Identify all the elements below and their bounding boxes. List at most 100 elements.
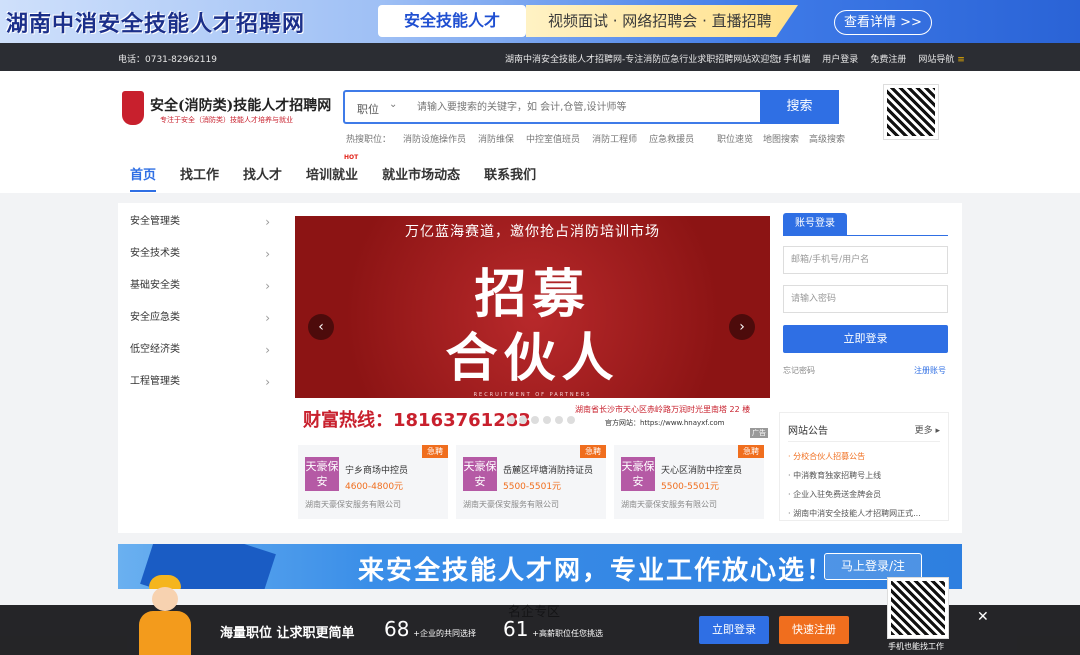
urgent-badge: 急聘 (422, 445, 448, 458)
job-card[interactable]: 天豪保安 急聘 岳麓区坪塘消防持证员 5500-5501元 湖南天豪保安服务有限… (456, 445, 606, 519)
notice-item-label: 湖南中消安全技能人才招聘网正式... (793, 509, 921, 518)
main-content-card: 安全管理类 › 安全技术类 › 基础安全类 › 安全应急类 › 低空经济类 › … (118, 203, 962, 533)
sidebar-item-safety-tech[interactable]: 安全技术类 › (130, 238, 270, 270)
advanced-search-link[interactable]: 高级搜索 (809, 132, 845, 145)
sidebar-item-safety-management[interactable]: 安全管理类 › (130, 206, 270, 238)
job-company[interactable]: 湖南天豪保安服务有限公司 (305, 499, 401, 510)
job-salary: 4600-4800元 (345, 482, 404, 492)
hot-term[interactable]: 中控室值班员 (526, 132, 580, 145)
carousel-dot[interactable] (531, 416, 539, 424)
wide-ad-banner[interactable]: 来安全技能人才网，专业工作放心选！ 马上登录/注 (118, 544, 962, 589)
caret-right-icon: ▸ (935, 426, 940, 436)
notice-item[interactable]: · 企业入驻免费送金牌会员 (788, 489, 940, 500)
nav-item-market-news[interactable]: 就业市场动态 (382, 164, 460, 183)
bottom-register-button[interactable]: 快速注册 (779, 616, 849, 644)
job-count-label: +高薪职位任您挑选 (532, 629, 603, 638)
job-count: 61 +高薪职位任您挑选 (503, 617, 603, 641)
notice-item[interactable]: · 湖南中消安全技能人才招聘网正式... (788, 508, 940, 519)
hot-term[interactable]: 消防维保 (478, 132, 514, 145)
job-card[interactable]: 天豪保安 急聘 天心区消防中控室员 5500-5501元 湖南天豪保安服务有限公… (614, 445, 764, 519)
search-category-select[interactable]: 职位 (357, 101, 379, 117)
carousel-dot[interactable] (507, 416, 515, 424)
carousel-prev-icon[interactable]: ‹ (308, 314, 334, 340)
search-input[interactable] (417, 97, 753, 117)
free-register-link[interactable]: 免费注册 (870, 52, 906, 65)
view-details-button[interactable]: 查看详情 >> (834, 10, 932, 35)
notice-item[interactable]: · 中消教育独家招聘号上线 (788, 470, 940, 481)
sidebar-item-emergency[interactable]: 安全应急类 › (130, 302, 270, 334)
top-links: ▯ 手机端 用户登录 免费注册 网站导航 ≡ (776, 52, 965, 65)
hot-search-label: 热搜职位： (346, 135, 392, 145)
hot-tag: HOT (344, 154, 359, 161)
hot-term[interactable]: 应急救援员 (649, 132, 694, 145)
banner-address: 湖南省长沙市天心区赤岭路万润时光里南塔 22 楼 (575, 405, 751, 414)
nav-item-training[interactable]: 培训就业 (306, 164, 358, 183)
carousel-banner[interactable]: 万亿蓝海赛道，邀你抢占消防培训市场 招募 合伙人 RECRUITMENT OF … (295, 216, 770, 438)
notice-title: 网站公告 (788, 426, 828, 437)
chevron-down-icon[interactable]: ⌄ (389, 99, 397, 110)
top-promo-banner[interactable]: 湖南中消安全技能人才招聘网 安全技能人才 视频面试 · 网络招聘会 · 直播招聘… (0, 0, 1080, 43)
hot-term[interactable]: 消防工程师 (592, 132, 637, 145)
site-notice-panel: 网站公告 更多 ▸ · 分校合伙人招募公告 · 中消教育独家招聘号上线 · 企业… (779, 412, 949, 521)
notice-item-label: 企业入驻免费送金牌会员 (793, 490, 882, 499)
job-title[interactable]: 岳麓区坪塘消防持证员 (503, 463, 593, 476)
sidebar-item-basic-safety[interactable]: 基础安全类 › (130, 270, 270, 302)
search-button[interactable]: 搜索 (760, 90, 839, 124)
nav-item-home[interactable]: 首页 (130, 164, 157, 192)
sidebar-item-label: 安全应急类 (130, 312, 180, 323)
mascot-illustration (125, 575, 215, 655)
tab-account-login[interactable]: 账号登录 (783, 213, 847, 235)
carousel-dot[interactable] (519, 416, 527, 424)
chevron-right-icon: › (265, 215, 270, 229)
account-field[interactable]: 邮箱/手机号/用户名 (783, 246, 948, 274)
carousel-next-icon[interactable]: › (729, 314, 755, 340)
banner-website: 官方网站：https://www.hnayxf.com (605, 419, 725, 427)
logo-emblem-icon[interactable] (122, 91, 144, 125)
site-nav-link[interactable]: 网站导航 ≡ (918, 52, 964, 65)
company-logo: 天豪保安 (463, 457, 497, 491)
company-logo: 天豪保安 (621, 457, 655, 491)
job-card[interactable]: 天豪保安 急聘 宁乡商场中控员 4600-4800元 湖南天豪保安服务有限公司 (298, 445, 448, 519)
job-title[interactable]: 宁乡商场中控员 (345, 463, 408, 476)
nav-item-find-talent[interactable]: 找人才 (243, 164, 282, 183)
login-now-button[interactable]: 马上登录/注 (824, 553, 922, 580)
company-count-number: 68 (384, 617, 410, 641)
nav-item-find-job[interactable]: 找工作 (180, 164, 219, 183)
sidebar-item-engineering[interactable]: 工程管理类 › (130, 366, 270, 398)
bottom-login-button[interactable]: 立即登录 (699, 616, 769, 644)
job-company[interactable]: 湖南天豪保安服务有限公司 (621, 499, 717, 510)
main-nav: 首页 找工作 找人才 培训就业 就业市场动态 联系我们 (130, 164, 536, 192)
sidebar-item-label: 安全技术类 (130, 248, 180, 259)
carousel-dot[interactable] (567, 416, 575, 424)
login-button[interactable]: 立即登录 (783, 325, 948, 353)
job-company[interactable]: 湖南天豪保安服务有限公司 (463, 499, 559, 510)
nav-item-contact[interactable]: 联系我们 (484, 164, 536, 183)
password-field[interactable]: 请输入密码 (783, 285, 948, 313)
urgent-badge: 急聘 (580, 445, 606, 458)
register-account-link[interactable]: 注册账号 (914, 365, 946, 376)
user-login-link[interactable]: 用户登录 (822, 52, 858, 65)
forgot-password-link[interactable]: 忘记密码 (783, 365, 815, 376)
carousel-dot[interactable] (555, 416, 563, 424)
notice-item[interactable]: · 分校合伙人招募公告 (788, 451, 940, 462)
close-icon[interactable]: ✕ (977, 609, 989, 625)
promo-slogan: 视频面试 · 网络招聘会 · 直播招聘 (526, 5, 798, 37)
logo-title[interactable]: 安全(消防类)技能人才招聘网 (150, 95, 331, 115)
sidebar-item-low-altitude[interactable]: 低空经济类 › (130, 334, 270, 366)
job-title[interactable]: 天心区消防中控室员 (661, 463, 742, 476)
sidebar-item-label: 安全管理类 (130, 216, 180, 227)
company-count-label: +企业的共同选择 (413, 629, 476, 638)
map-search-link[interactable]: 地图搜索 (763, 132, 799, 145)
notice-divider (788, 441, 940, 442)
hot-term[interactable]: 消防设施操作员 (403, 132, 466, 145)
contact-phone: 电话：0731-82962119 (118, 55, 217, 65)
mobile-link[interactable]: ▯ 手机端 (776, 52, 810, 65)
notice-more-link[interactable]: 更多 ▸ (915, 423, 940, 436)
banner-headline: 万亿蓝海赛道，邀你抢占消防培训市场 (405, 224, 660, 240)
job-browse-link[interactable]: 职位速览 (717, 132, 753, 145)
carousel-dot[interactable] (543, 416, 551, 424)
job-salary: 5500-5501元 (503, 482, 562, 492)
skill-talent-pill: 安全技能人才 (378, 5, 526, 37)
company-logo: 天豪保安 (305, 457, 339, 491)
chevron-right-icon: › (265, 247, 270, 261)
